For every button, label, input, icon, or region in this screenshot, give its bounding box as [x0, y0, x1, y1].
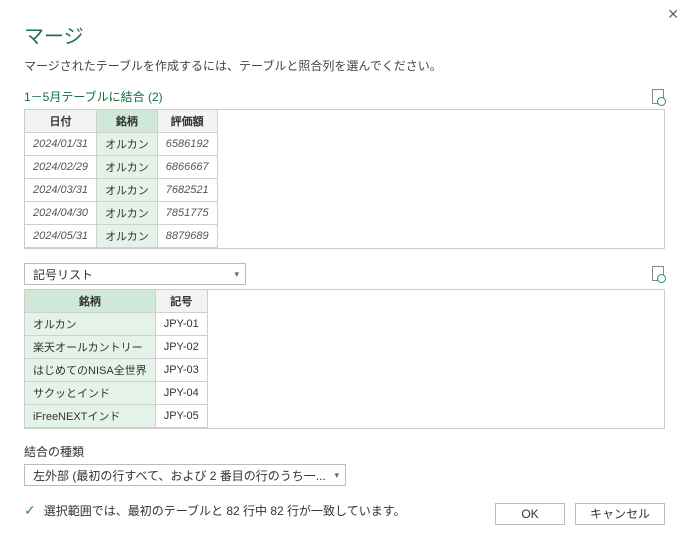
dialog-title: マージ — [24, 20, 665, 49]
chevron-down-icon: ▾ — [334, 470, 339, 481]
table2-header-code[interactable]: 記号 — [155, 290, 207, 313]
table-row: 楽天オールカントリーJPY-02 — [25, 336, 664, 359]
table-options-icon[interactable] — [651, 89, 665, 105]
table2-header-symbol[interactable]: 銘柄 — [25, 290, 155, 313]
chevron-down-icon: ▾ — [234, 269, 239, 280]
table-row: はじめてのNISA全世界JPY-03 — [25, 359, 664, 382]
join-kind-value: 左外部 (最初の行すべて、および 2 番目の行のうち一... — [33, 467, 326, 484]
ok-button[interactable]: OK — [495, 503, 565, 525]
table-row: iFreeNEXTインドJPY-05 — [25, 405, 664, 428]
table-row: オルカンJPY-01 — [25, 313, 664, 336]
cancel-button[interactable]: キャンセル — [575, 503, 665, 525]
table-row: 2024/01/31オルカン6586192 — [25, 133, 664, 156]
join-kind-select[interactable]: 左外部 (最初の行すべて、および 2 番目の行のうち一... ▾ — [24, 464, 346, 486]
table2-preview: 銘柄 記号 オルカンJPY-01 楽天オールカントリーJPY-02 はじめてのN… — [24, 289, 665, 429]
table-row: 2024/03/31オルカン7682521 — [25, 179, 664, 202]
match-status-text: 選択範囲では、最初のテーブルと 82 行中 82 行が一致しています。 — [44, 502, 406, 519]
table-row: 2024/04/30オルカン7851775 — [25, 202, 664, 225]
table1-header-symbol[interactable]: 銘柄 — [97, 110, 158, 133]
close-icon[interactable]: ✕ — [667, 6, 679, 23]
join-kind-label: 結合の種類 — [24, 443, 665, 460]
table1-caption: 1－5月テーブルに結合 (2) — [24, 88, 163, 105]
table2-select-label: 記号リスト — [33, 266, 93, 283]
table1-header-value[interactable]: 評価額 — [157, 110, 217, 133]
table2-select[interactable]: 記号リスト ▾ — [24, 263, 246, 285]
table-row: 2024/02/29オルカン6866667 — [25, 156, 664, 179]
table1-preview: 日付 銘柄 評価額 2024/01/31オルカン6586192 2024/02/… — [24, 109, 665, 249]
dialog-subtitle: マージされたテーブルを作成するには、テーブルと照合列を選んでください。 — [24, 57, 665, 74]
table-row: サクッとインドJPY-04 — [25, 382, 664, 405]
checkmark-icon: ✓ — [24, 502, 36, 519]
table-row: 2024/05/31オルカン8879689 — [25, 225, 664, 248]
table1-header-date[interactable]: 日付 — [25, 110, 97, 133]
table2-options-icon[interactable] — [651, 266, 665, 282]
